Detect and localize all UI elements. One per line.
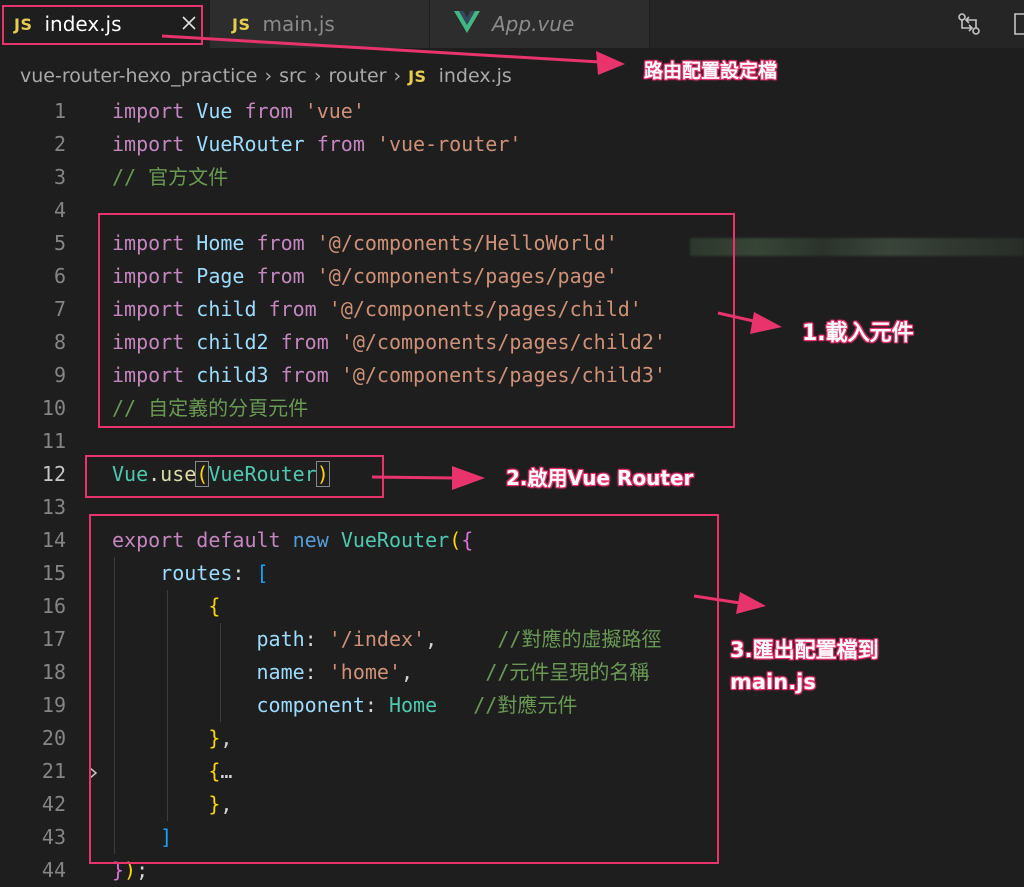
- annotation-box-tab: [2, 5, 203, 45]
- chevron-right-icon: ›: [313, 65, 322, 87]
- line-number: 8: [53, 330, 66, 354]
- code-line-2[interactable]: import VueRouter from 'vue-router': [112, 128, 521, 161]
- line-number: 7: [53, 297, 66, 321]
- chevron-right-icon: ›: [393, 65, 402, 87]
- line-number: 5: [53, 231, 66, 255]
- line-number: 20: [41, 726, 66, 750]
- tab-app-vue[interactable]: App.vue: [430, 0, 650, 48]
- chevron-right-icon: ›: [264, 65, 273, 87]
- breadcrumb-item[interactable]: src: [279, 65, 307, 87]
- line-number: 42: [41, 792, 66, 816]
- js-file-icon: JS: [408, 66, 427, 86]
- breadcrumb: vue-router-hexo_practice › src › router …: [20, 62, 512, 90]
- line-number: 1: [53, 99, 66, 123]
- line-number: 2: [53, 132, 66, 156]
- annotation-box-imports: [98, 213, 735, 428]
- annotation-step1: 1.載入元件: [802, 321, 914, 346]
- line-number: 10: [41, 396, 66, 420]
- line-number: 6: [53, 264, 66, 288]
- breadcrumb-item[interactable]: router: [328, 65, 386, 87]
- tab-label: App.vue: [492, 12, 575, 36]
- code-line-1[interactable]: import Vue from 'vue': [112, 95, 365, 128]
- line-number: 14: [41, 528, 66, 552]
- line-number-current: 12: [41, 462, 66, 486]
- arrow-to-step2: [371, 466, 485, 490]
- line-number: 43: [41, 825, 66, 849]
- source-control-compare-icon[interactable]: [956, 12, 982, 40]
- line-number: 17: [41, 627, 66, 651]
- annotation-step3-line2: main.js: [730, 670, 816, 694]
- line-number: 19: [41, 693, 66, 717]
- line-number: 15: [41, 561, 66, 585]
- js-file-icon: JS: [232, 14, 251, 34]
- line-number: 21: [41, 759, 66, 783]
- breadcrumb-file[interactable]: index.js: [439, 65, 512, 87]
- code-line-3[interactable]: // 官方文件: [112, 161, 228, 194]
- annotation-step3-line1: 3.匯出配置檔到: [730, 638, 879, 662]
- blurred-region: [690, 238, 1024, 256]
- annotation-box-export: [89, 514, 719, 864]
- line-number: 18: [41, 660, 66, 684]
- line-number: 13: [41, 495, 66, 519]
- line-number: 4: [53, 198, 66, 222]
- line-number: 16: [41, 594, 66, 618]
- annotation-step2: 2.啟用Vue Router: [506, 466, 694, 490]
- split-editor-icon[interactable]: [1012, 12, 1024, 40]
- annotation-box-vue-use: [85, 455, 384, 498]
- vue-logo-icon: [454, 11, 480, 37]
- line-number: 44: [41, 858, 66, 882]
- annotation-file-note: 路由配置設定檔: [644, 60, 778, 82]
- tab-main-js[interactable]: JS main.js: [210, 0, 430, 48]
- line-number: 3: [53, 165, 66, 189]
- line-number: 9: [53, 363, 66, 387]
- line-number: 11: [41, 429, 66, 453]
- tab-label: main.js: [262, 12, 335, 36]
- breadcrumb-item[interactable]: vue-router-hexo_practice: [20, 65, 258, 87]
